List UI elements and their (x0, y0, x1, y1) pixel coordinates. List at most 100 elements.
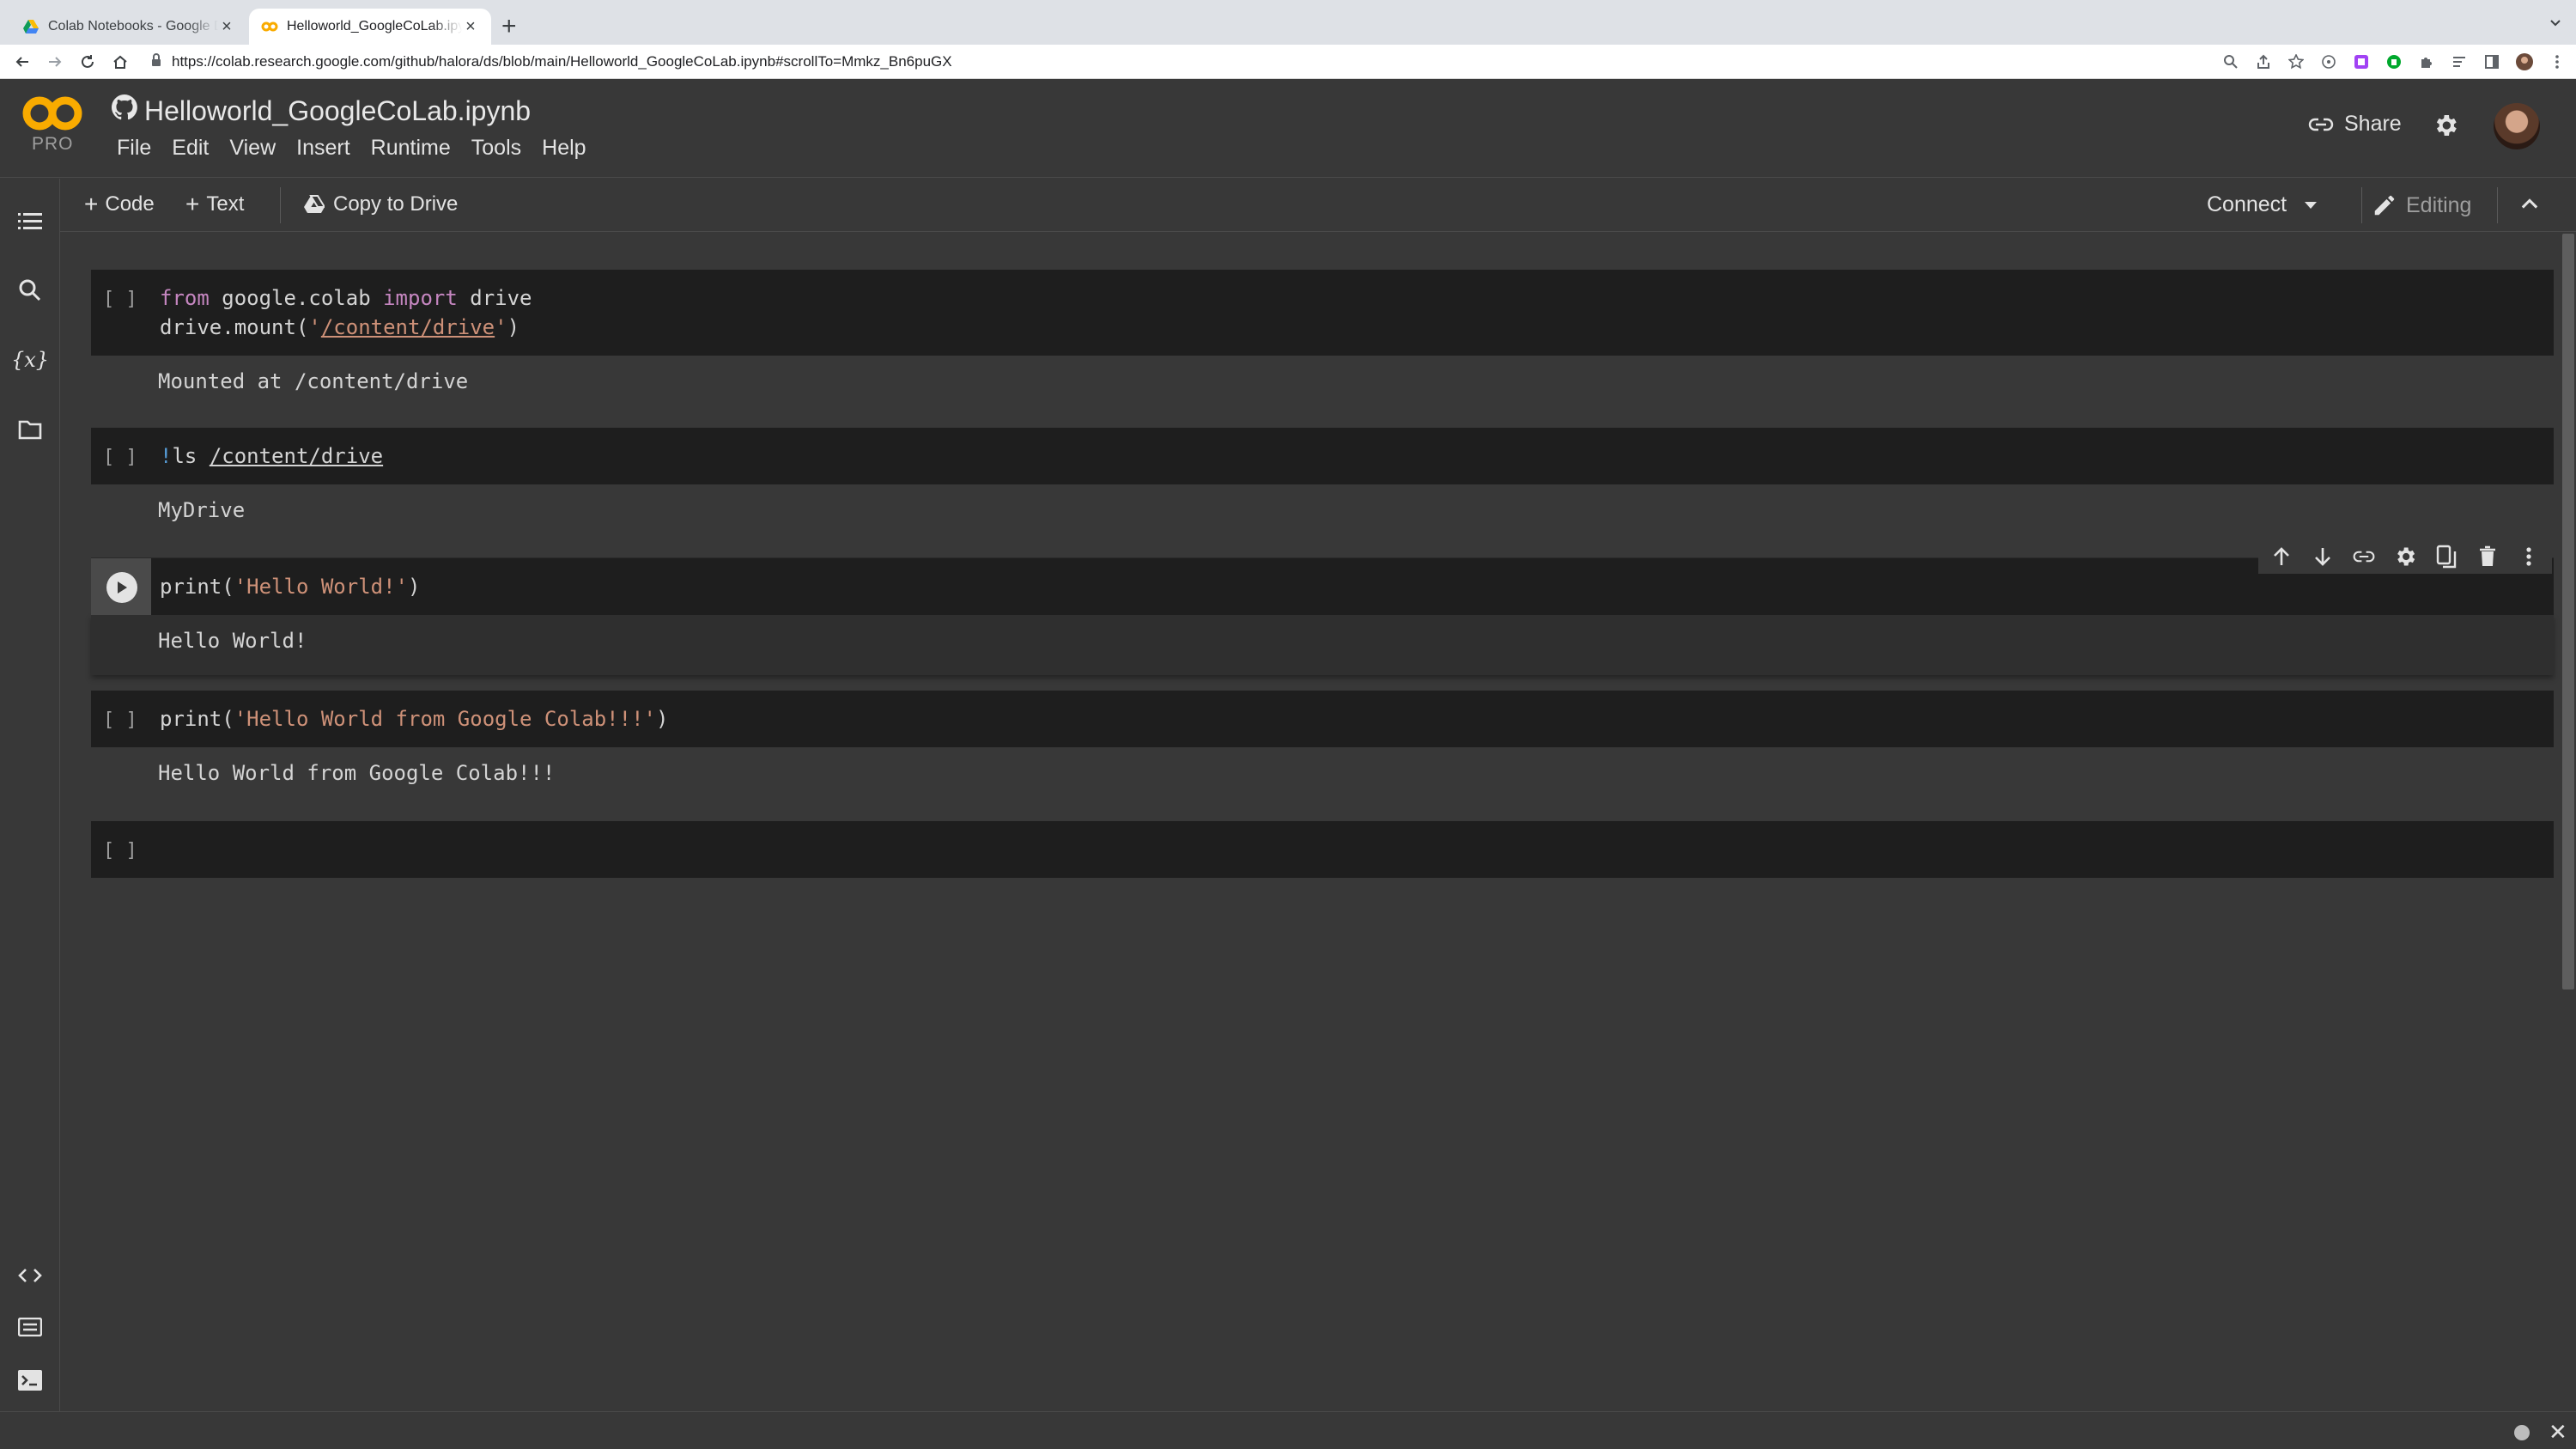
browser-tab-drive[interactable]: Colab Notebooks - Google Drive × (10, 9, 247, 45)
notebook-title[interactable]: Helloworld_GoogleCoLab.ipynb (144, 95, 531, 127)
notebook-title-area: Helloworld_GoogleCoLab.ipynb (111, 94, 531, 127)
google-drive-icon (22, 18, 39, 35)
new-tab-icon[interactable]: + (501, 14, 517, 40)
back-icon[interactable] (12, 52, 33, 72)
code-cell[interactable]: [ ] from google.colab import drive drive… (91, 270, 2554, 416)
code-editor[interactable]: [ ] print('Hello World from Google Colab… (91, 691, 2554, 747)
terminal-icon[interactable] (17, 1367, 43, 1393)
url-text: https://colab.research.google.com/github… (172, 53, 952, 70)
pro-badge: PRO (32, 134, 74, 154)
home-icon[interactable] (110, 52, 131, 72)
notebook-area: [ ] from google.colab import drive drive… (60, 232, 2561, 1411)
path-link[interactable]: /content/drive (210, 444, 383, 468)
keyword: from (160, 286, 210, 310)
url-field[interactable]: https://colab.research.google.com/github… (151, 50, 2246, 74)
menu-insert[interactable]: Insert (286, 136, 361, 161)
close-tab-icon[interactable]: × (218, 18, 235, 35)
evernote-icon[interactable] (2384, 52, 2404, 72)
string-literal: 'Hello World from Google Colab!!!' (234, 707, 656, 731)
toolbar-divider (2361, 187, 2362, 223)
move-down-icon[interactable] (2308, 542, 2337, 571)
tab-title: Colab Notebooks - Google Drive (48, 19, 218, 33)
gear-icon[interactable] (2391, 542, 2420, 571)
profile-avatar[interactable] (2514, 52, 2535, 72)
more-vert-icon[interactable] (2514, 542, 2543, 571)
command-palette-icon[interactable] (17, 1314, 43, 1340)
colab-logo[interactable] (21, 94, 84, 137)
menu-runtime[interactable]: Runtime (361, 136, 461, 161)
string-literal: ' (308, 315, 321, 339)
search-icon[interactable] (17, 277, 43, 303)
move-up-icon[interactable] (2267, 542, 2296, 571)
reading-list-icon[interactable] (2449, 52, 2470, 72)
extensions-puzzle-icon[interactable] (2416, 52, 2437, 72)
table-of-contents-icon[interactable] (17, 209, 43, 234)
cell-output: Hello World from Google Colab!!! (158, 761, 556, 785)
link-icon[interactable] (2349, 542, 2379, 571)
close-icon[interactable]: ✕ (2549, 1419, 2567, 1446)
connect-button[interactable]: Connect (2207, 192, 2318, 217)
add-text-button[interactable]: + Text (185, 192, 244, 216)
code-line: drive.mount('/content/drive') (160, 313, 2554, 342)
path-link[interactable]: /content/drive (321, 315, 495, 339)
add-code-button[interactable]: + Code (84, 192, 155, 216)
menu-help[interactable]: Help (532, 136, 596, 161)
code-cell-empty[interactable]: [ ] (91, 821, 2554, 878)
browser-actions (2221, 52, 2567, 72)
code-line: from google.colab import drive (160, 283, 2554, 313)
side-panel-icon[interactable] (2482, 52, 2502, 72)
more-vert-icon[interactable] (2547, 52, 2567, 72)
forward-icon[interactable] (45, 52, 65, 72)
menu-view[interactable]: View (219, 136, 286, 161)
chevron-down-icon[interactable] (2549, 15, 2562, 33)
tab-title: Helloworld_GoogleCoLab.ipynb (287, 19, 462, 33)
browser-tab-colab[interactable]: Helloworld_GoogleCoLab.ipynb × (249, 9, 491, 45)
code-editor[interactable]: [ ] from google.colab import drive drive… (91, 270, 2554, 356)
copy-to-drive-button[interactable]: Copy to Drive (304, 192, 458, 216)
code-editor[interactable]: [ ] !ls /content/drive (91, 428, 2554, 484)
run-cell-button[interactable] (106, 572, 137, 603)
share-page-icon[interactable] (2253, 52, 2274, 72)
code-editor[interactable]: print('Hello World!') (91, 558, 2554, 615)
menu-edit[interactable]: Edit (161, 136, 219, 161)
code-editor[interactable]: [ ] (91, 821, 2554, 878)
connect-label: Connect (2207, 192, 2287, 216)
zoom-icon[interactable] (2221, 52, 2241, 72)
reload-icon[interactable] (77, 52, 98, 72)
lock-icon (151, 52, 161, 71)
chevron-up-icon[interactable] (2518, 192, 2542, 221)
plus-icon: + (84, 191, 99, 217)
code-cell[interactable]: [ ] !ls /content/drive MyDrive (91, 428, 2554, 545)
execution-count: [ ] (103, 447, 137, 468)
mirror-cell-icon[interactable] (2432, 542, 2461, 571)
code-text: ls (172, 444, 210, 468)
menu-tools[interactable]: Tools (461, 136, 532, 161)
code-text: google.colab (209, 286, 384, 310)
variables-icon[interactable]: {x} (11, 347, 49, 373)
link-icon (2308, 118, 2334, 131)
settings-gear-icon[interactable] (2432, 112, 2459, 143)
close-tab-icon[interactable]: × (462, 18, 479, 35)
code-cell-focused[interactable]: print('Hello World!') Hello World! (91, 558, 2554, 675)
delete-icon[interactable] (2473, 542, 2502, 571)
code-text: ) (507, 315, 520, 339)
code-text: ) (655, 707, 669, 731)
browser-address-bar: https://colab.research.google.com/github… (0, 45, 2576, 79)
play-icon (118, 581, 127, 594)
user-avatar[interactable] (2494, 103, 2540, 149)
extension-purple-icon[interactable] (2351, 52, 2372, 72)
share-button[interactable]: Share (2308, 112, 2402, 137)
execution-count: [ ] (103, 840, 137, 861)
code-snippets-icon[interactable] (17, 1263, 43, 1288)
browser-tab-bar: Colab Notebooks - Google Drive × Hellowo… (0, 0, 2576, 45)
editing-mode-button[interactable]: Editing (2372, 192, 2471, 218)
status-indicator (2514, 1425, 2530, 1440)
menu-file[interactable]: File (106, 136, 161, 161)
bookmark-star-icon[interactable] (2286, 52, 2306, 72)
scrollbar-thumb[interactable] (2562, 234, 2574, 989)
extension-circle-icon[interactable] (2318, 52, 2339, 72)
folder-icon[interactable] (17, 417, 43, 442)
string-literal: ' (495, 315, 507, 339)
code-text: ) (408, 575, 421, 599)
code-cell[interactable]: [ ] print('Hello World from Google Colab… (91, 691, 2554, 807)
